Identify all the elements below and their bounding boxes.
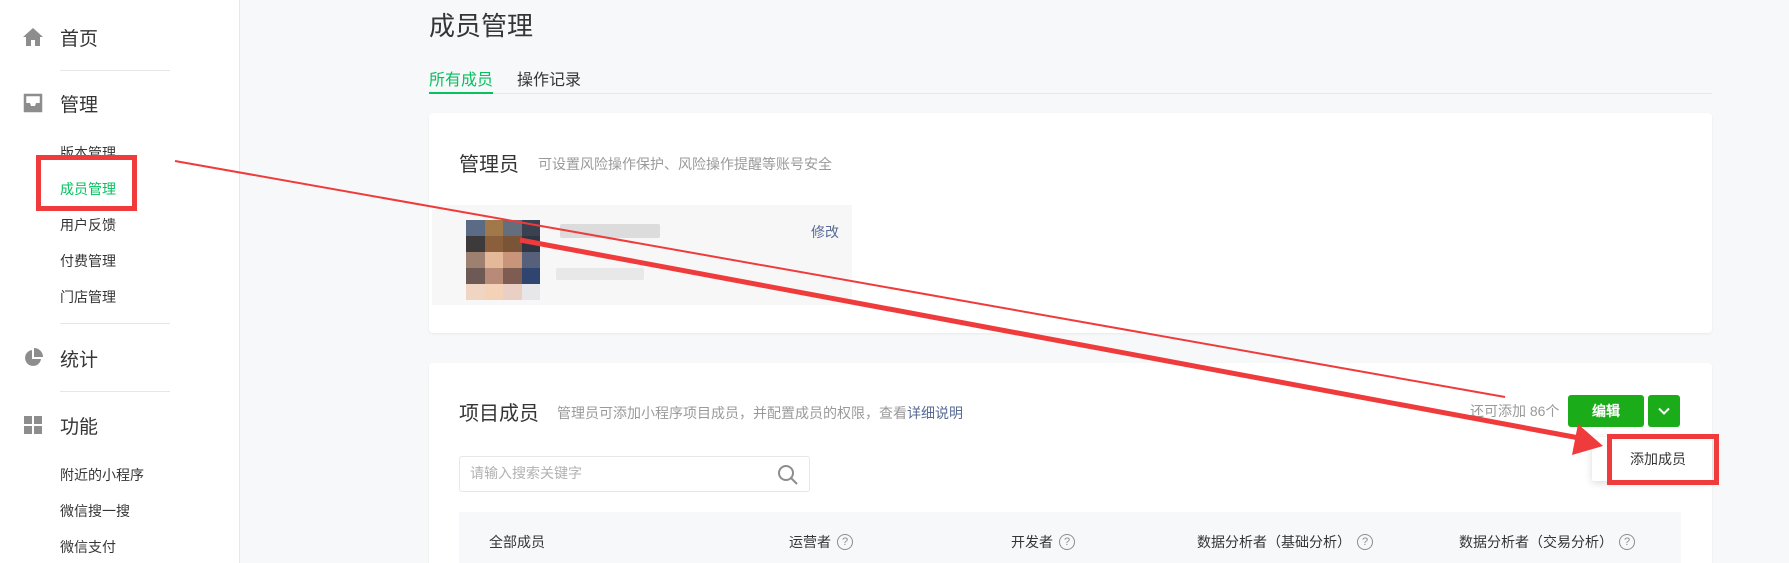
annotation-arrow xyxy=(174,160,1603,455)
